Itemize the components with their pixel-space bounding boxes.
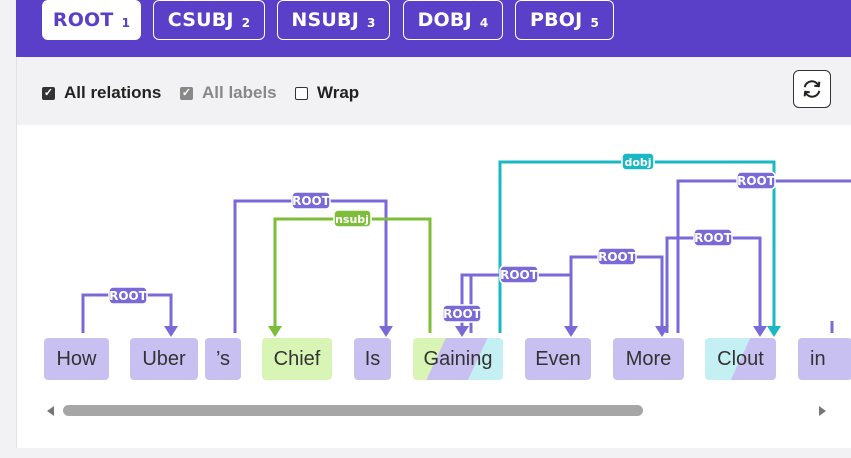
svg-text:ROOT: ROOT: [109, 289, 148, 303]
token[interactable]: Chief: [262, 338, 332, 380]
tab-dobj-label: DOBJ: [417, 9, 472, 31]
tab-csubj[interactable]: CSUBJ 2: [153, 0, 265, 40]
all-labels-label: All labels: [202, 83, 277, 102]
svg-text:ROOT: ROOT: [737, 174, 776, 188]
footer-gap: [16, 448, 851, 458]
wrap-label: Wrap: [317, 83, 360, 102]
arc-label-root: ROOT: [736, 171, 776, 190]
checkbox-unchecked-icon: [295, 86, 308, 100]
tab-pboj[interactable]: PBOJ 5: [515, 0, 614, 40]
tab-dobj-count: 4: [479, 16, 489, 30]
checkbox-checked-icon: ✓: [42, 86, 55, 100]
token[interactable]: Gaining: [413, 338, 503, 380]
svg-text:ROOT: ROOT: [443, 307, 482, 321]
tab-nsubj-count: 3: [367, 16, 376, 30]
arc-root-more-clout: [665, 236, 767, 337]
tab-dobj[interactable]: DOBJ 4: [403, 0, 503, 40]
arc-label-dobj: dobj: [621, 152, 655, 171]
checkbox-checked-icon: ✓: [180, 86, 193, 100]
token[interactable]: in: [798, 338, 851, 380]
token[interactable]: Clout: [705, 338, 776, 380]
relation-tab-bar: ROOT 1 CSUBJ 2 NSUBJ 3 DOBJ 4 PBOJ 5: [16, 0, 851, 57]
scroll-right-icon[interactable]: [819, 406, 826, 416]
svg-text:ROOT: ROOT: [694, 231, 733, 245]
token[interactable]: More: [613, 338, 684, 380]
svg-text:ROOT: ROOT: [292, 194, 331, 208]
token[interactable]: ’s: [205, 338, 241, 380]
svg-text:nsubj: nsubj: [335, 213, 369, 226]
scroll-left-icon[interactable]: [47, 406, 54, 416]
arc-label-root: ROOT: [442, 304, 482, 323]
arc-root-more-in: [676, 179, 851, 333]
tab-root-label: ROOT: [52, 9, 114, 31]
tab-root-count: 1: [121, 16, 131, 30]
arc-root-gaining-even: [471, 273, 578, 337]
tab-csubj-count: 2: [241, 16, 251, 30]
arc-label-root: ROOT: [693, 228, 733, 247]
svg-text:ROOT: ROOT: [598, 250, 637, 264]
token[interactable]: Is: [354, 338, 391, 380]
tab-pboj-label: PBOJ: [530, 9, 583, 31]
tab-nsubj-label: NSUBJ: [291, 9, 359, 31]
dependency-visualization: ROOT ROOT nsubj dobj ROOT ROOT ROOT ROOT…: [16, 125, 851, 448]
arc-nsubj-gaining-chief: [268, 217, 432, 337]
refresh-button[interactable]: [793, 70, 831, 108]
all-labels-checkbox[interactable]: ✓ All labels: [180, 83, 277, 103]
scrollbar-thumb[interactable]: [63, 405, 643, 416]
tab-csubj-label: CSUBJ: [167, 9, 234, 31]
token[interactable]: How: [44, 338, 109, 380]
arc-root-even-more: [569, 255, 669, 337]
svg-text:ROOT: ROOT: [500, 268, 539, 282]
view-options-bar: ✓ All relations ✓ All labels Wrap: [16, 57, 851, 125]
svg-text:dobj: dobj: [624, 156, 651, 169]
arc-label-root: ROOT: [499, 265, 539, 284]
arc-label-nsubj: nsubj: [333, 209, 372, 228]
refresh-icon: [803, 80, 821, 98]
tab-pboj-count: 5: [590, 16, 599, 30]
token[interactable]: Even: [525, 338, 591, 380]
tab-root[interactable]: ROOT 1: [42, 0, 141, 40]
wrap-checkbox[interactable]: Wrap: [295, 83, 359, 103]
arc-label-root: ROOT: [597, 247, 637, 266]
tab-nsubj[interactable]: NSUBJ 3: [277, 0, 390, 40]
arc-label-root: ROOT: [291, 191, 331, 210]
all-relations-label: All relations: [64, 83, 162, 102]
arc-label-root: ROOT: [108, 286, 148, 305]
all-relations-checkbox[interactable]: ✓ All relations: [42, 83, 161, 103]
token[interactable]: Uber: [130, 338, 198, 380]
